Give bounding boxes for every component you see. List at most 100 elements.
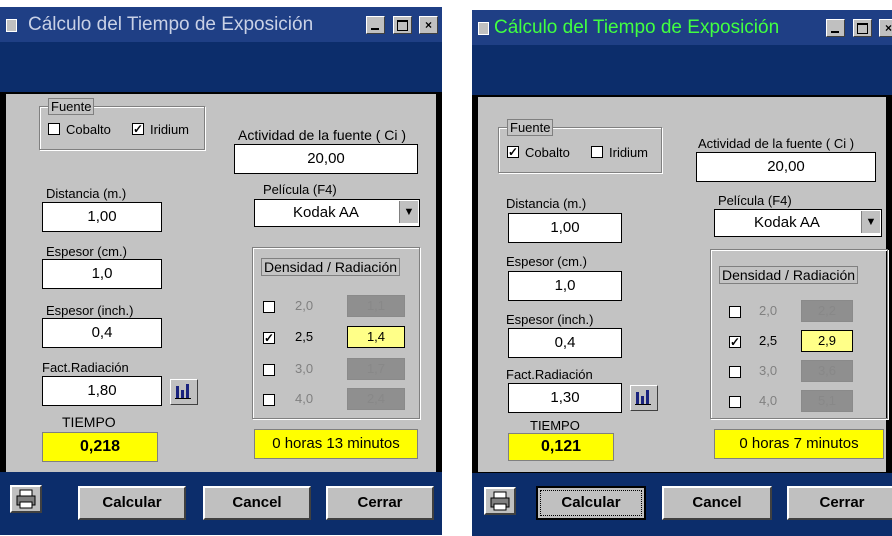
cobalto-checkbox[interactable]: [48, 123, 60, 135]
system-menu-icon[interactable]: [478, 22, 489, 35]
espesor-cm-field[interactable]: 1,0: [42, 259, 162, 289]
radiacion-value-2: 1,4: [347, 326, 405, 348]
distancia-field[interactable]: 1,00: [42, 202, 162, 232]
menu-bar: [472, 45, 892, 95]
close-button[interactable]: ×: [419, 16, 438, 34]
title-bar[interactable]: Cálculo del Tiempo de Exposición ×: [0, 7, 442, 42]
tiempo-label: TIEMPO: [530, 418, 580, 433]
densidad-checkbox-3[interactable]: [729, 366, 741, 378]
densidad-checkbox-4[interactable]: [263, 394, 275, 406]
densidad-label-2: 2,5: [759, 333, 778, 348]
pelicula-select[interactable]: Kodak AA ▼: [254, 199, 420, 227]
actividad-field[interactable]: 20,00: [234, 144, 418, 174]
exposure-window-cobalto: Cálculo del Tiempo de Exposición × Fuent…: [472, 10, 892, 536]
iridium-checkbox[interactable]: ✓: [132, 123, 144, 135]
densidad-checkbox-3[interactable]: [263, 364, 275, 376]
radiacion-value-3: 3,6: [801, 360, 853, 382]
densidad-checkbox-1[interactable]: [263, 301, 275, 313]
calcular-label: Calcular: [102, 494, 162, 511]
espesor-inch-field[interactable]: 0,4: [508, 328, 622, 358]
iridium-label: Iridium: [609, 145, 649, 160]
radiacion-value-2: 2,9: [801, 330, 853, 352]
pelicula-select[interactable]: Kodak AA ▼: [714, 209, 882, 237]
densidad-label-3: 3,0: [759, 363, 778, 378]
calcular-button[interactable]: Calcular: [536, 486, 646, 520]
dropdown-arrow-icon[interactable]: ▼: [399, 201, 418, 223]
densidad-label-1: 2,0: [759, 303, 778, 318]
distancia-field[interactable]: 1,00: [508, 213, 622, 243]
minimize-button[interactable]: [826, 19, 846, 37]
densidad-label-1: 2,0: [295, 298, 314, 313]
calcular-label: Calcular: [561, 494, 621, 511]
densidad-group: Densidad / Radiación 2,0 1,1 ✓ 2,5 1,4 3…: [252, 247, 420, 419]
fuente-group: Fuente Cobalto ✓ Iridium: [39, 98, 205, 150]
densidad-label-4: 4,0: [759, 393, 778, 408]
densidad-title: Densidad / Radiación: [719, 266, 859, 284]
pelicula-value: Kodak AA: [754, 214, 820, 231]
densidad-checkbox-1[interactable]: [729, 306, 741, 318]
cancel-label: Cancel: [232, 494, 282, 511]
espesor-inch-label: Espesor (inch.): [46, 303, 134, 318]
cobalto-label: Cobalto: [66, 122, 111, 137]
radiacion-value-4: 2,4: [347, 388, 405, 410]
fact-radiacion-field[interactable]: 1,80: [42, 376, 162, 406]
cobalto-label: Cobalto: [525, 145, 570, 160]
actividad-label: Actividad de la fuente ( Ci ): [238, 127, 407, 143]
fact-radiacion-field[interactable]: 1,30: [508, 383, 622, 413]
cancel-label: Cancel: [692, 494, 742, 511]
distancia-label: Distancia (m.): [46, 186, 127, 201]
dropdown-arrow-icon[interactable]: ▼: [861, 211, 880, 233]
fuente-label: Fuente: [48, 98, 95, 115]
radiacion-value-1: 1,1: [347, 295, 405, 317]
calcular-button[interactable]: Calcular: [78, 486, 186, 520]
densidad-checkbox-2[interactable]: ✓: [729, 336, 741, 348]
densidad-checkbox-4[interactable]: [729, 396, 741, 408]
print-button[interactable]: [10, 485, 42, 513]
print-button[interactable]: [484, 487, 516, 515]
actividad-label: Actividad de la fuente ( Ci ): [698, 136, 855, 151]
cerrar-label: Cerrar: [819, 494, 865, 511]
espesor-cm-field[interactable]: 1,0: [508, 271, 622, 301]
chart-button[interactable]: [630, 385, 658, 411]
bar-chart-icon: [175, 384, 191, 399]
form-area: Fuente ✓ Cobalto Iridium Actividad de la…: [478, 97, 888, 472]
result-time: 0 horas 7 minutos: [714, 429, 884, 459]
densidad-title: Densidad / Radiación: [261, 258, 401, 276]
iridium-checkbox[interactable]: [591, 146, 603, 158]
form-area: Fuente Cobalto ✓ Iridium Actividad de la…: [6, 94, 436, 472]
espesor-inch-label: Espesor (inch.): [506, 312, 594, 327]
radiacion-value-4: 5,1: [801, 390, 853, 412]
close-button[interactable]: ×: [879, 19, 892, 37]
title-bar[interactable]: Cálculo del Tiempo de Exposición ×: [472, 10, 892, 45]
iridium-label: Iridium: [150, 122, 190, 137]
window-title: Cálculo del Tiempo de Exposición: [28, 14, 314, 35]
cobalto-checkbox[interactable]: ✓: [507, 146, 519, 158]
maximize-button[interactable]: [852, 19, 872, 37]
exposure-window-iridium: Cálculo del Tiempo de Exposición × Fuent…: [0, 7, 442, 535]
cancel-button[interactable]: Cancel: [203, 486, 311, 520]
densidad-checkbox-2[interactable]: ✓: [263, 332, 275, 344]
actividad-field[interactable]: 20,00: [696, 152, 876, 182]
pelicula-label: Película (F4): [263, 182, 337, 197]
cerrar-button[interactable]: Cerrar: [326, 486, 434, 520]
densidad-label-3: 3,0: [295, 361, 314, 376]
fuente-label: Fuente: [507, 119, 554, 136]
window-title: Cálculo del Tiempo de Exposición: [494, 17, 780, 38]
radiacion-value-1: 2,2: [801, 300, 853, 322]
result-time: 0 horas 13 minutos: [254, 429, 418, 459]
cerrar-button[interactable]: Cerrar: [787, 486, 892, 520]
button-bar: Calcular Cancel Cerrar: [472, 473, 892, 536]
minimize-button[interactable]: [366, 16, 386, 34]
chart-button[interactable]: [170, 379, 198, 405]
espesor-cm-label: Espesor (cm.): [506, 254, 587, 269]
system-menu-icon[interactable]: [6, 19, 17, 32]
printer-icon: [490, 491, 510, 511]
fact-radiacion-label: Fact.Radiación: [42, 360, 129, 375]
cerrar-label: Cerrar: [357, 494, 403, 511]
tiempo-value: 0,121: [508, 433, 614, 461]
fact-radiacion-label: Fact.Radiación: [506, 367, 593, 382]
espesor-inch-field[interactable]: 0,4: [42, 318, 162, 348]
cancel-button[interactable]: Cancel: [662, 486, 772, 520]
maximize-button[interactable]: [392, 16, 412, 34]
espesor-cm-label: Espesor (cm.): [46, 244, 127, 259]
